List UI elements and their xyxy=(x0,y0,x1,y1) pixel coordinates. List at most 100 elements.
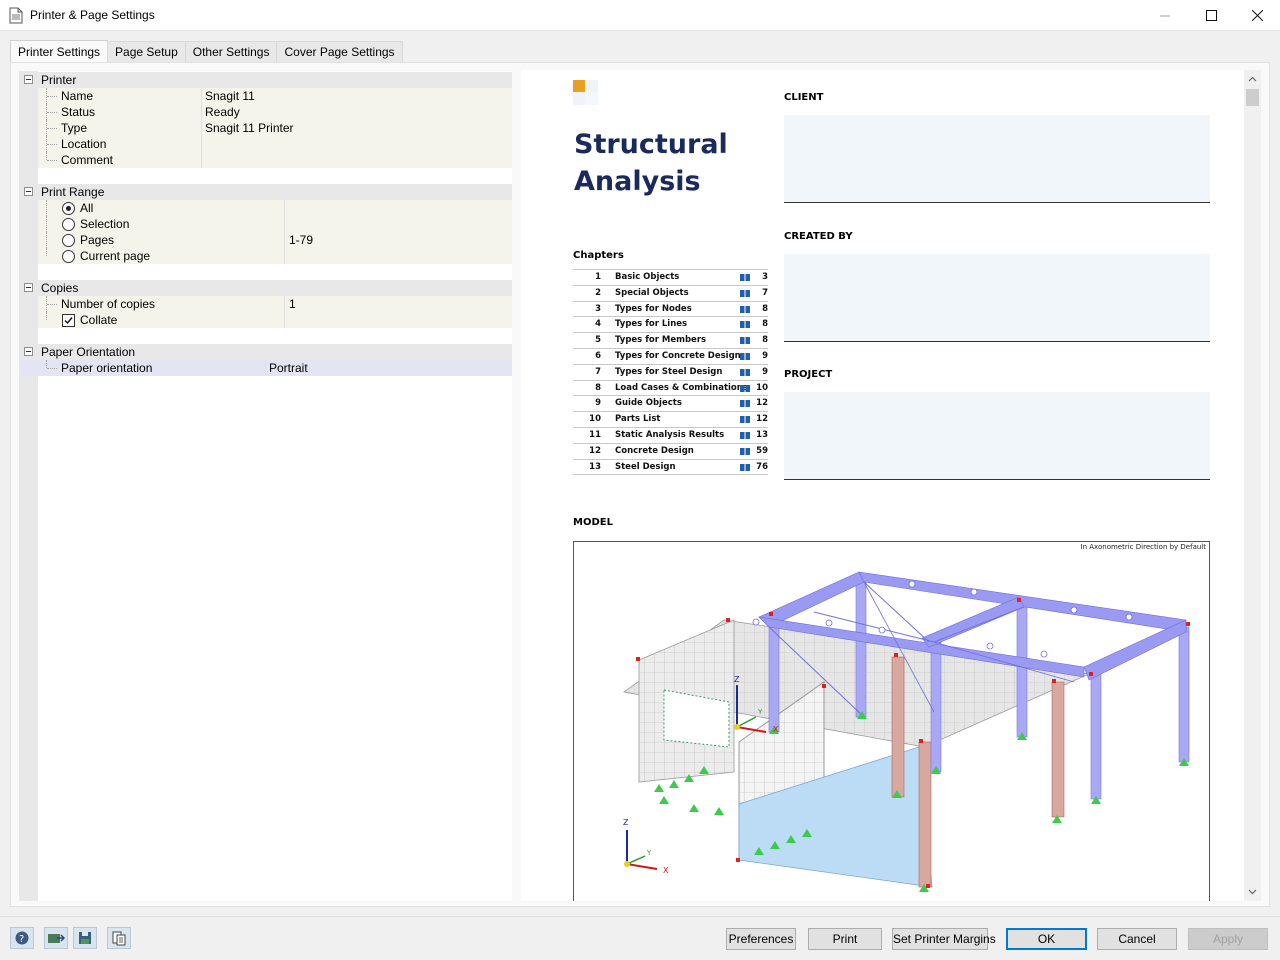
created-by-label: CREATED BY xyxy=(784,231,853,242)
collapse-icon[interactable] xyxy=(24,347,33,356)
chapter-row: 10 Parts List 12 xyxy=(573,412,768,428)
radio-row-current-page[interactable]: Current page xyxy=(38,248,512,264)
maximize-button[interactable] xyxy=(1188,0,1234,31)
chapter-title: Types for Steel Design xyxy=(615,366,723,377)
help-button[interactable]: ? xyxy=(10,927,34,949)
row-printer-location[interactable]: Location xyxy=(38,136,512,152)
chapters-label: Chapters xyxy=(573,250,624,261)
radio-label: Current page xyxy=(80,249,151,263)
row-key: Name xyxy=(61,89,94,103)
radio-all[interactable] xyxy=(62,202,75,215)
radio-selection[interactable] xyxy=(62,218,75,231)
row-printer-name[interactable]: Name Snagit 11 xyxy=(38,88,512,104)
chapter-title: Steel Design xyxy=(615,461,676,472)
row-key: Location xyxy=(61,137,107,151)
tab-printer-settings[interactable]: Printer Settings xyxy=(10,40,109,63)
book-icon xyxy=(740,274,750,281)
radio-pages[interactable] xyxy=(62,234,75,247)
row-printer-status[interactable]: Status Ready xyxy=(38,104,512,120)
chapter-page: 3 xyxy=(762,272,768,282)
group-paper-orientation[interactable]: Paper Orientation xyxy=(19,344,512,360)
row-printer-comment[interactable]: Comment xyxy=(38,152,512,168)
collapse-icon[interactable] xyxy=(24,283,33,292)
chapter-title: Guide Objects xyxy=(615,398,682,409)
chapters-table: 1 Basic Objects 3 2 Special Objects 7 3 Types f… xyxy=(573,269,768,476)
cancel-button[interactable]: Cancel xyxy=(1097,928,1177,950)
ok-button[interactable]: OK xyxy=(1006,928,1087,950)
chapter-title: Special Objects xyxy=(615,287,689,298)
chapter-row: 11 Static Analysis Results 13 xyxy=(573,428,768,444)
chapter-row: 1 Basic Objects 3 xyxy=(573,270,768,286)
collapse-icon[interactable] xyxy=(24,75,33,84)
document-title: Structural Analysis xyxy=(574,126,774,200)
radio-row-pages[interactable]: Pages 1-79 xyxy=(38,232,512,248)
chapter-title: Types for Concrete Design xyxy=(615,350,741,361)
apply-button[interactable]: Apply xyxy=(1188,928,1268,950)
chapter-title: Load Cases & Combinations xyxy=(615,382,748,393)
created-by-box xyxy=(784,254,1210,342)
row-value: Ready xyxy=(205,105,240,119)
tab-page-setup[interactable]: Page Setup xyxy=(107,41,186,63)
chapter-number: 12 xyxy=(589,445,601,456)
chapter-page: 8 xyxy=(762,319,768,330)
chapter-number: 2 xyxy=(595,287,601,298)
book-icon xyxy=(740,447,750,455)
preferences-button[interactable]: Preferences xyxy=(726,928,796,950)
close-icon xyxy=(1251,10,1263,21)
collapse-icon[interactable] xyxy=(24,187,33,196)
scrollbar-thumb[interactable] xyxy=(1246,89,1259,106)
chapter-page: 76 xyxy=(756,461,768,472)
chapter-page: 10 xyxy=(756,382,768,393)
row-collate[interactable]: Collate xyxy=(38,312,512,328)
group-copies[interactable]: Copies xyxy=(19,280,512,296)
chapter-row: 4 Types for Lines 8 xyxy=(573,317,768,334)
close-button[interactable] xyxy=(1234,0,1280,31)
preview-scrollbar[interactable] xyxy=(1244,70,1261,901)
scroll-down-icon[interactable] xyxy=(1248,887,1257,896)
radio-row-selection[interactable]: Selection xyxy=(38,216,512,232)
row-printer-type[interactable]: Type Snagit 11 Printer xyxy=(38,120,512,136)
row-paper-orientation[interactable]: Paper orientation Portrait xyxy=(19,360,512,376)
pages-range-value[interactable]: 1-79 xyxy=(289,233,313,247)
row-number-of-copies[interactable]: Number of copies 1 xyxy=(38,296,512,312)
radio-label: Pages xyxy=(80,233,115,247)
copies-value[interactable]: 1 xyxy=(289,297,296,311)
save-settings-button[interactable] xyxy=(73,927,97,949)
chapter-title: Types for Lines xyxy=(615,319,688,330)
load-settings-button[interactable] xyxy=(44,927,68,949)
tab-cover-page-settings[interactable]: Cover Page Settings xyxy=(276,41,403,63)
minimize-button[interactable] xyxy=(1142,0,1188,31)
group-print-range[interactable]: Print Range xyxy=(19,184,512,200)
settings-tree: Printer Name Snagit 11 Status Ready Type… xyxy=(19,71,512,901)
chapter-number: 13 xyxy=(589,461,601,472)
chapter-number: 7 xyxy=(595,366,601,377)
collate-checkbox[interactable] xyxy=(62,314,75,327)
radio-current-page[interactable] xyxy=(62,250,75,263)
book-icon xyxy=(740,321,750,329)
scroll-up-icon[interactable] xyxy=(1248,75,1257,84)
tab-other-settings[interactable]: Other Settings xyxy=(184,41,278,63)
orientation-value[interactable]: Portrait xyxy=(269,361,308,375)
print-button[interactable]: Print xyxy=(808,928,882,950)
book-icon xyxy=(740,400,750,408)
book-icon xyxy=(740,368,750,376)
set-printer-margins-button[interactable]: Set Printer Margins xyxy=(892,928,996,950)
book-icon xyxy=(740,289,750,297)
axis-x-label: X xyxy=(773,725,779,734)
save-icon xyxy=(79,932,91,944)
radio-label: All xyxy=(80,201,94,215)
group-label: Paper Orientation xyxy=(41,345,136,359)
chapter-number: 5 xyxy=(595,335,601,346)
radio-row-all[interactable]: All xyxy=(38,200,512,216)
book-icon xyxy=(740,463,750,471)
chapter-number: 4 xyxy=(595,319,601,330)
group-label: Printer xyxy=(41,73,77,87)
chapter-number: 3 xyxy=(595,303,601,314)
page-list-button[interactable] xyxy=(107,927,131,949)
chapter-row: 5 Types for Members 8 xyxy=(573,333,768,349)
tab-bar: Printer Settings Page Setup Other Settin… xyxy=(10,40,403,63)
chapter-title: Concrete Design xyxy=(615,445,694,456)
chapter-title: Types for Members xyxy=(615,335,707,346)
chapter-page: 13 xyxy=(756,429,768,440)
group-printer[interactable]: Printer xyxy=(19,72,512,88)
